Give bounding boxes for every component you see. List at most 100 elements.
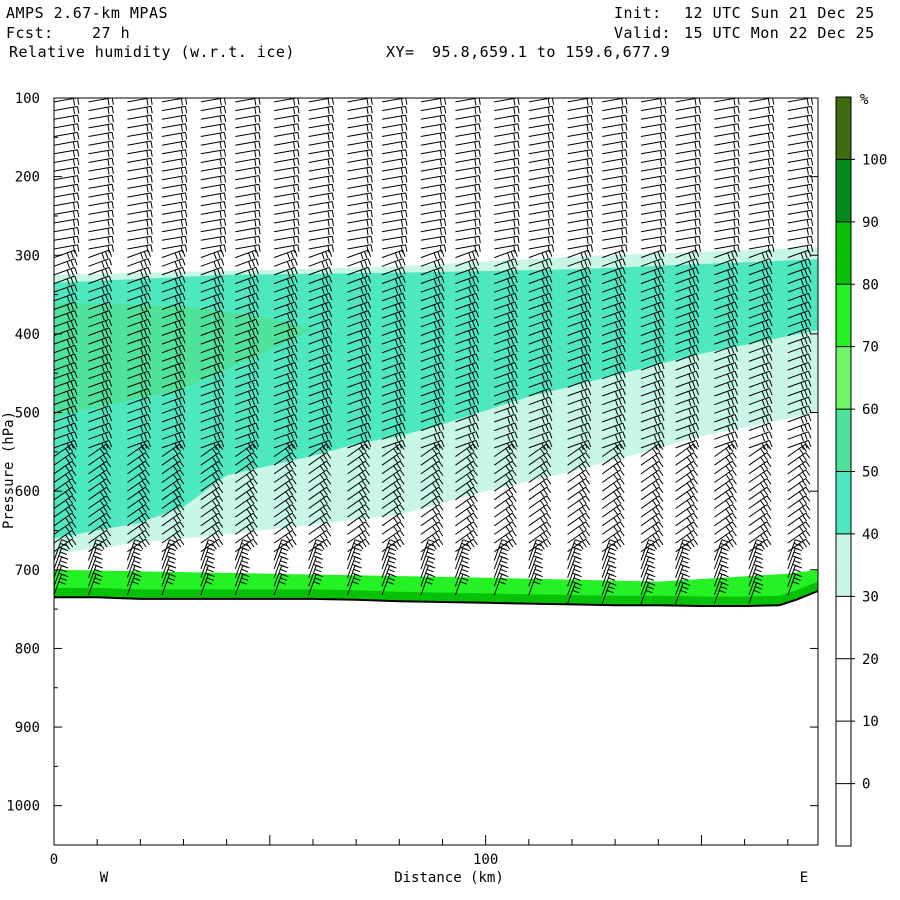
wind-barb xyxy=(602,183,628,192)
wind-barb xyxy=(54,131,80,141)
wind-barb xyxy=(308,114,334,123)
wind-barb xyxy=(381,149,408,158)
wind-barb xyxy=(528,166,555,175)
wind-barb xyxy=(347,123,373,132)
wind-barb xyxy=(714,98,740,106)
wind-barb xyxy=(602,157,628,167)
wind-barb xyxy=(274,227,300,236)
wind-barb xyxy=(235,123,261,132)
wind-barb xyxy=(528,192,555,201)
y-tick-label: 900 xyxy=(15,720,40,736)
wind-barb xyxy=(308,123,334,132)
wind-barb xyxy=(567,123,593,132)
wind-barb xyxy=(602,235,628,244)
colorbar-unit: % xyxy=(860,92,869,108)
wind-barb xyxy=(567,209,593,218)
wind-barb xyxy=(127,157,153,167)
wind-barb xyxy=(420,175,447,184)
wind-barb xyxy=(235,166,261,175)
wind-barb xyxy=(88,175,114,184)
x-tick-label: 100 xyxy=(473,852,498,868)
wind-barb xyxy=(455,166,481,175)
wind-barb xyxy=(200,235,227,244)
wind-barb xyxy=(567,105,593,115)
wind-barb xyxy=(748,166,775,175)
wind-barb xyxy=(787,422,812,433)
colorbar-bin xyxy=(836,409,851,472)
wind-barb xyxy=(640,192,667,201)
wind-barb xyxy=(714,131,740,141)
wind-barb xyxy=(602,175,628,184)
wind-barb xyxy=(714,192,740,201)
east-label: E xyxy=(800,870,808,886)
colorbar-bin xyxy=(836,596,851,659)
wind-barb xyxy=(88,131,114,141)
wind-barb xyxy=(455,98,481,106)
wind-barb xyxy=(308,249,333,260)
wind-barb xyxy=(381,192,408,201)
wind-barb xyxy=(161,149,188,158)
wind-barb xyxy=(420,157,447,167)
wind-barb xyxy=(494,175,520,184)
wind-barb xyxy=(640,209,667,218)
colorbar-bin xyxy=(836,721,851,784)
wind-barb xyxy=(748,140,775,149)
wind-barb xyxy=(274,131,300,141)
wind-barb xyxy=(235,258,259,269)
wind-barb xyxy=(161,140,188,149)
wind-barb xyxy=(420,131,447,141)
wind-barb xyxy=(714,183,740,192)
wind-barb xyxy=(420,98,447,106)
wind-barb xyxy=(455,235,481,244)
wind-barb xyxy=(787,235,814,244)
wind-barb xyxy=(88,149,114,158)
wind-barb xyxy=(127,227,153,236)
wind-barb xyxy=(381,105,408,115)
wind-barb xyxy=(381,131,408,141)
wind-barb xyxy=(420,183,447,192)
wind-barb xyxy=(567,201,593,210)
wind-barb xyxy=(347,140,373,149)
wind-barb xyxy=(494,98,520,106)
colorbar-label: 10 xyxy=(862,714,879,730)
wind-barb xyxy=(54,123,80,132)
wind-barb xyxy=(54,249,78,260)
wind-barb xyxy=(54,258,78,269)
wind-barb xyxy=(528,140,555,149)
wind-barb xyxy=(602,209,628,218)
wind-barb xyxy=(455,218,481,227)
wind-barb xyxy=(567,131,593,141)
wind-barb xyxy=(381,166,408,175)
wind-barb xyxy=(308,131,334,141)
wind-barb xyxy=(88,140,114,149)
wind-barb xyxy=(88,258,113,269)
wind-barb xyxy=(161,249,186,260)
wind-barb xyxy=(714,105,740,115)
wind-barb xyxy=(640,140,667,149)
wind-barb xyxy=(381,249,406,260)
wind-barb xyxy=(748,123,775,132)
wind-barb xyxy=(787,114,814,123)
wind-barb xyxy=(494,249,518,260)
wind-barb xyxy=(602,192,628,201)
wind-barb xyxy=(602,131,628,141)
wind-barb xyxy=(347,218,373,227)
wind-barb xyxy=(748,114,775,123)
wind-barb xyxy=(420,140,447,149)
wind-barb xyxy=(381,201,408,210)
wind-barb xyxy=(200,114,227,123)
wind-barb xyxy=(494,114,520,123)
wind-barb xyxy=(567,166,593,175)
wind-barb xyxy=(88,192,114,201)
wind-barb xyxy=(420,105,447,115)
wind-barb xyxy=(200,175,227,184)
wind-barb xyxy=(381,227,408,236)
y-tick-label: 400 xyxy=(15,327,40,343)
wind-barb xyxy=(88,166,114,175)
wind-barb xyxy=(88,98,114,106)
colorbar: 0 10 20 30 40 50 60 70 80 90 100 xyxy=(835,96,887,847)
wind-barb xyxy=(54,114,80,123)
colorbar-bin xyxy=(836,471,851,534)
wind-barb xyxy=(675,201,701,210)
wind-barb xyxy=(308,235,334,244)
